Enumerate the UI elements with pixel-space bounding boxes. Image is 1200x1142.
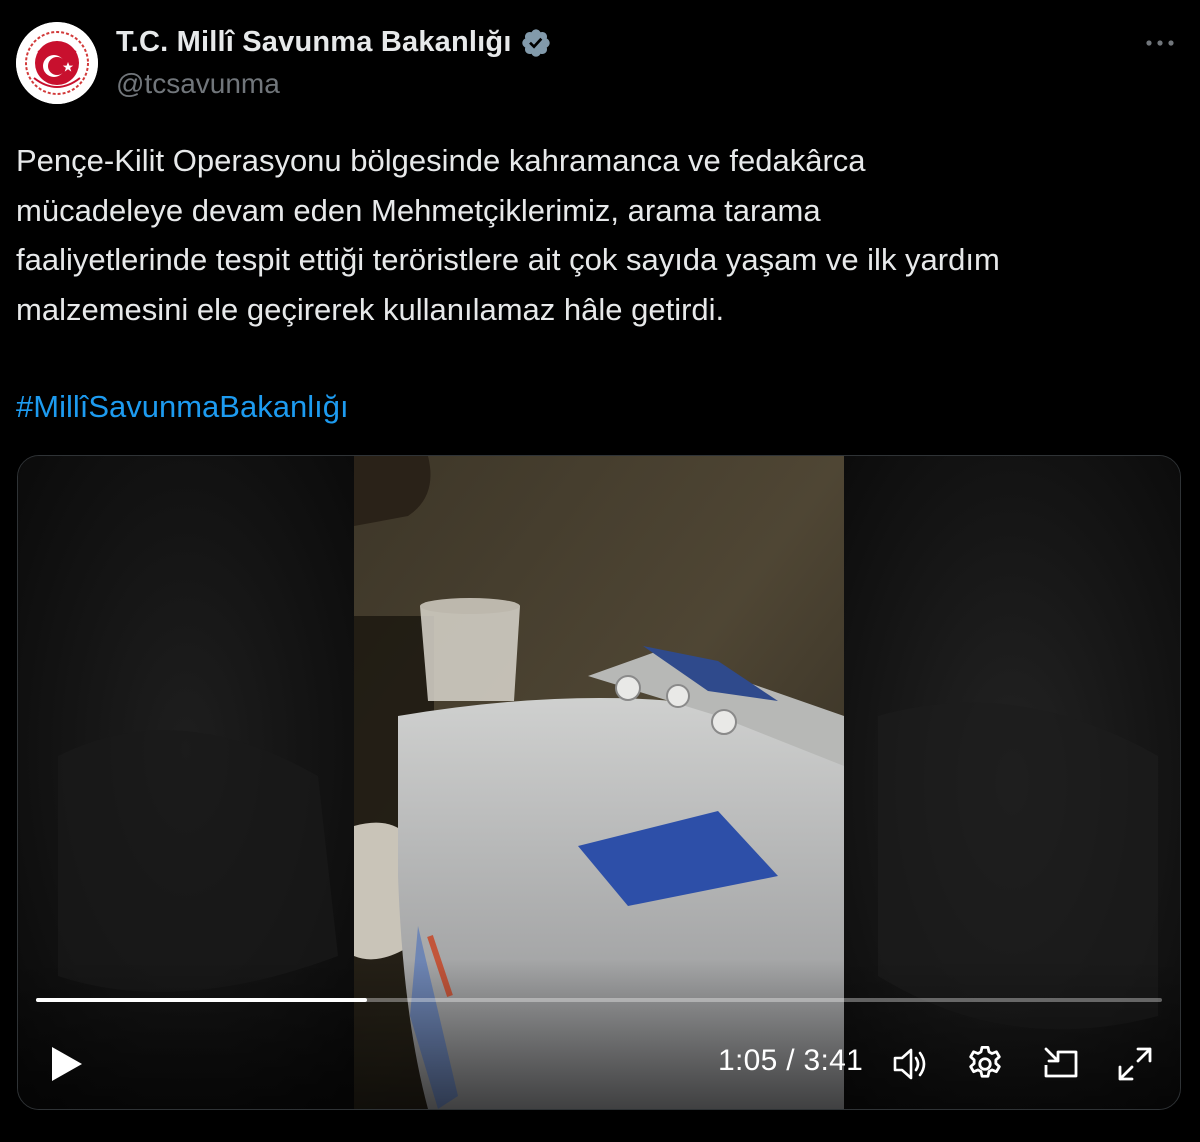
video-progress-fill — [36, 998, 368, 1002]
fullscreen-button[interactable] — [1114, 1043, 1156, 1085]
video-player[interactable]: 1:05 / 3:41 — [17, 455, 1181, 1110]
tweet: T.C. Millî Savunma Bakanlığı @tcsavunma … — [0, 0, 1200, 1142]
picture-in-picture-button[interactable] — [1040, 1043, 1082, 1085]
tweet-text-line: malzemesini ele geçirerek kullanılamaz h… — [16, 291, 725, 327]
settings-button[interactable] — [964, 1043, 1006, 1085]
fullscreen-icon — [1118, 1047, 1152, 1081]
star-crescent-emblem-icon — [16, 22, 98, 104]
avatar[interactable] — [16, 22, 98, 104]
settings-icon — [969, 1045, 1001, 1078]
volume-button[interactable] — [890, 1043, 932, 1085]
play-icon — [52, 1047, 82, 1081]
tweet-text-line: mücadeleye devam eden Mehmetçiklerimiz, … — [16, 192, 821, 228]
tweet-text: Pençe-Kilit Operasyonu bölgesinde kahram… — [16, 136, 1186, 334]
controls-overlay — [18, 959, 1180, 1109]
hashtag-link[interactable]: #MillîSavunmaBakanlığı — [16, 382, 349, 431]
volume-icon — [893, 1048, 926, 1080]
verified-badge-icon — [521, 28, 550, 57]
tweet-text-line: Pençe-Kilit Operasyonu bölgesinde kahram… — [16, 143, 866, 178]
play-button[interactable] — [44, 1042, 88, 1086]
account-name-row: T.C. Millî Savunma Bakanlığı — [116, 26, 552, 59]
account-handle[interactable]: @tcsavunma — [116, 68, 280, 100]
more-options-icon[interactable] — [1140, 28, 1180, 58]
display-name[interactable]: T.C. Millî Savunma Bakanlığı — [116, 26, 512, 59]
video-time-display: 1:05 / 3:41 — [718, 1044, 864, 1077]
tweet-text-line: faaliyetlerinde tespit ettiği teröristle… — [16, 242, 1000, 277]
pip-icon — [1044, 1047, 1078, 1078]
video-progress-bar[interactable] — [36, 998, 1162, 1002]
